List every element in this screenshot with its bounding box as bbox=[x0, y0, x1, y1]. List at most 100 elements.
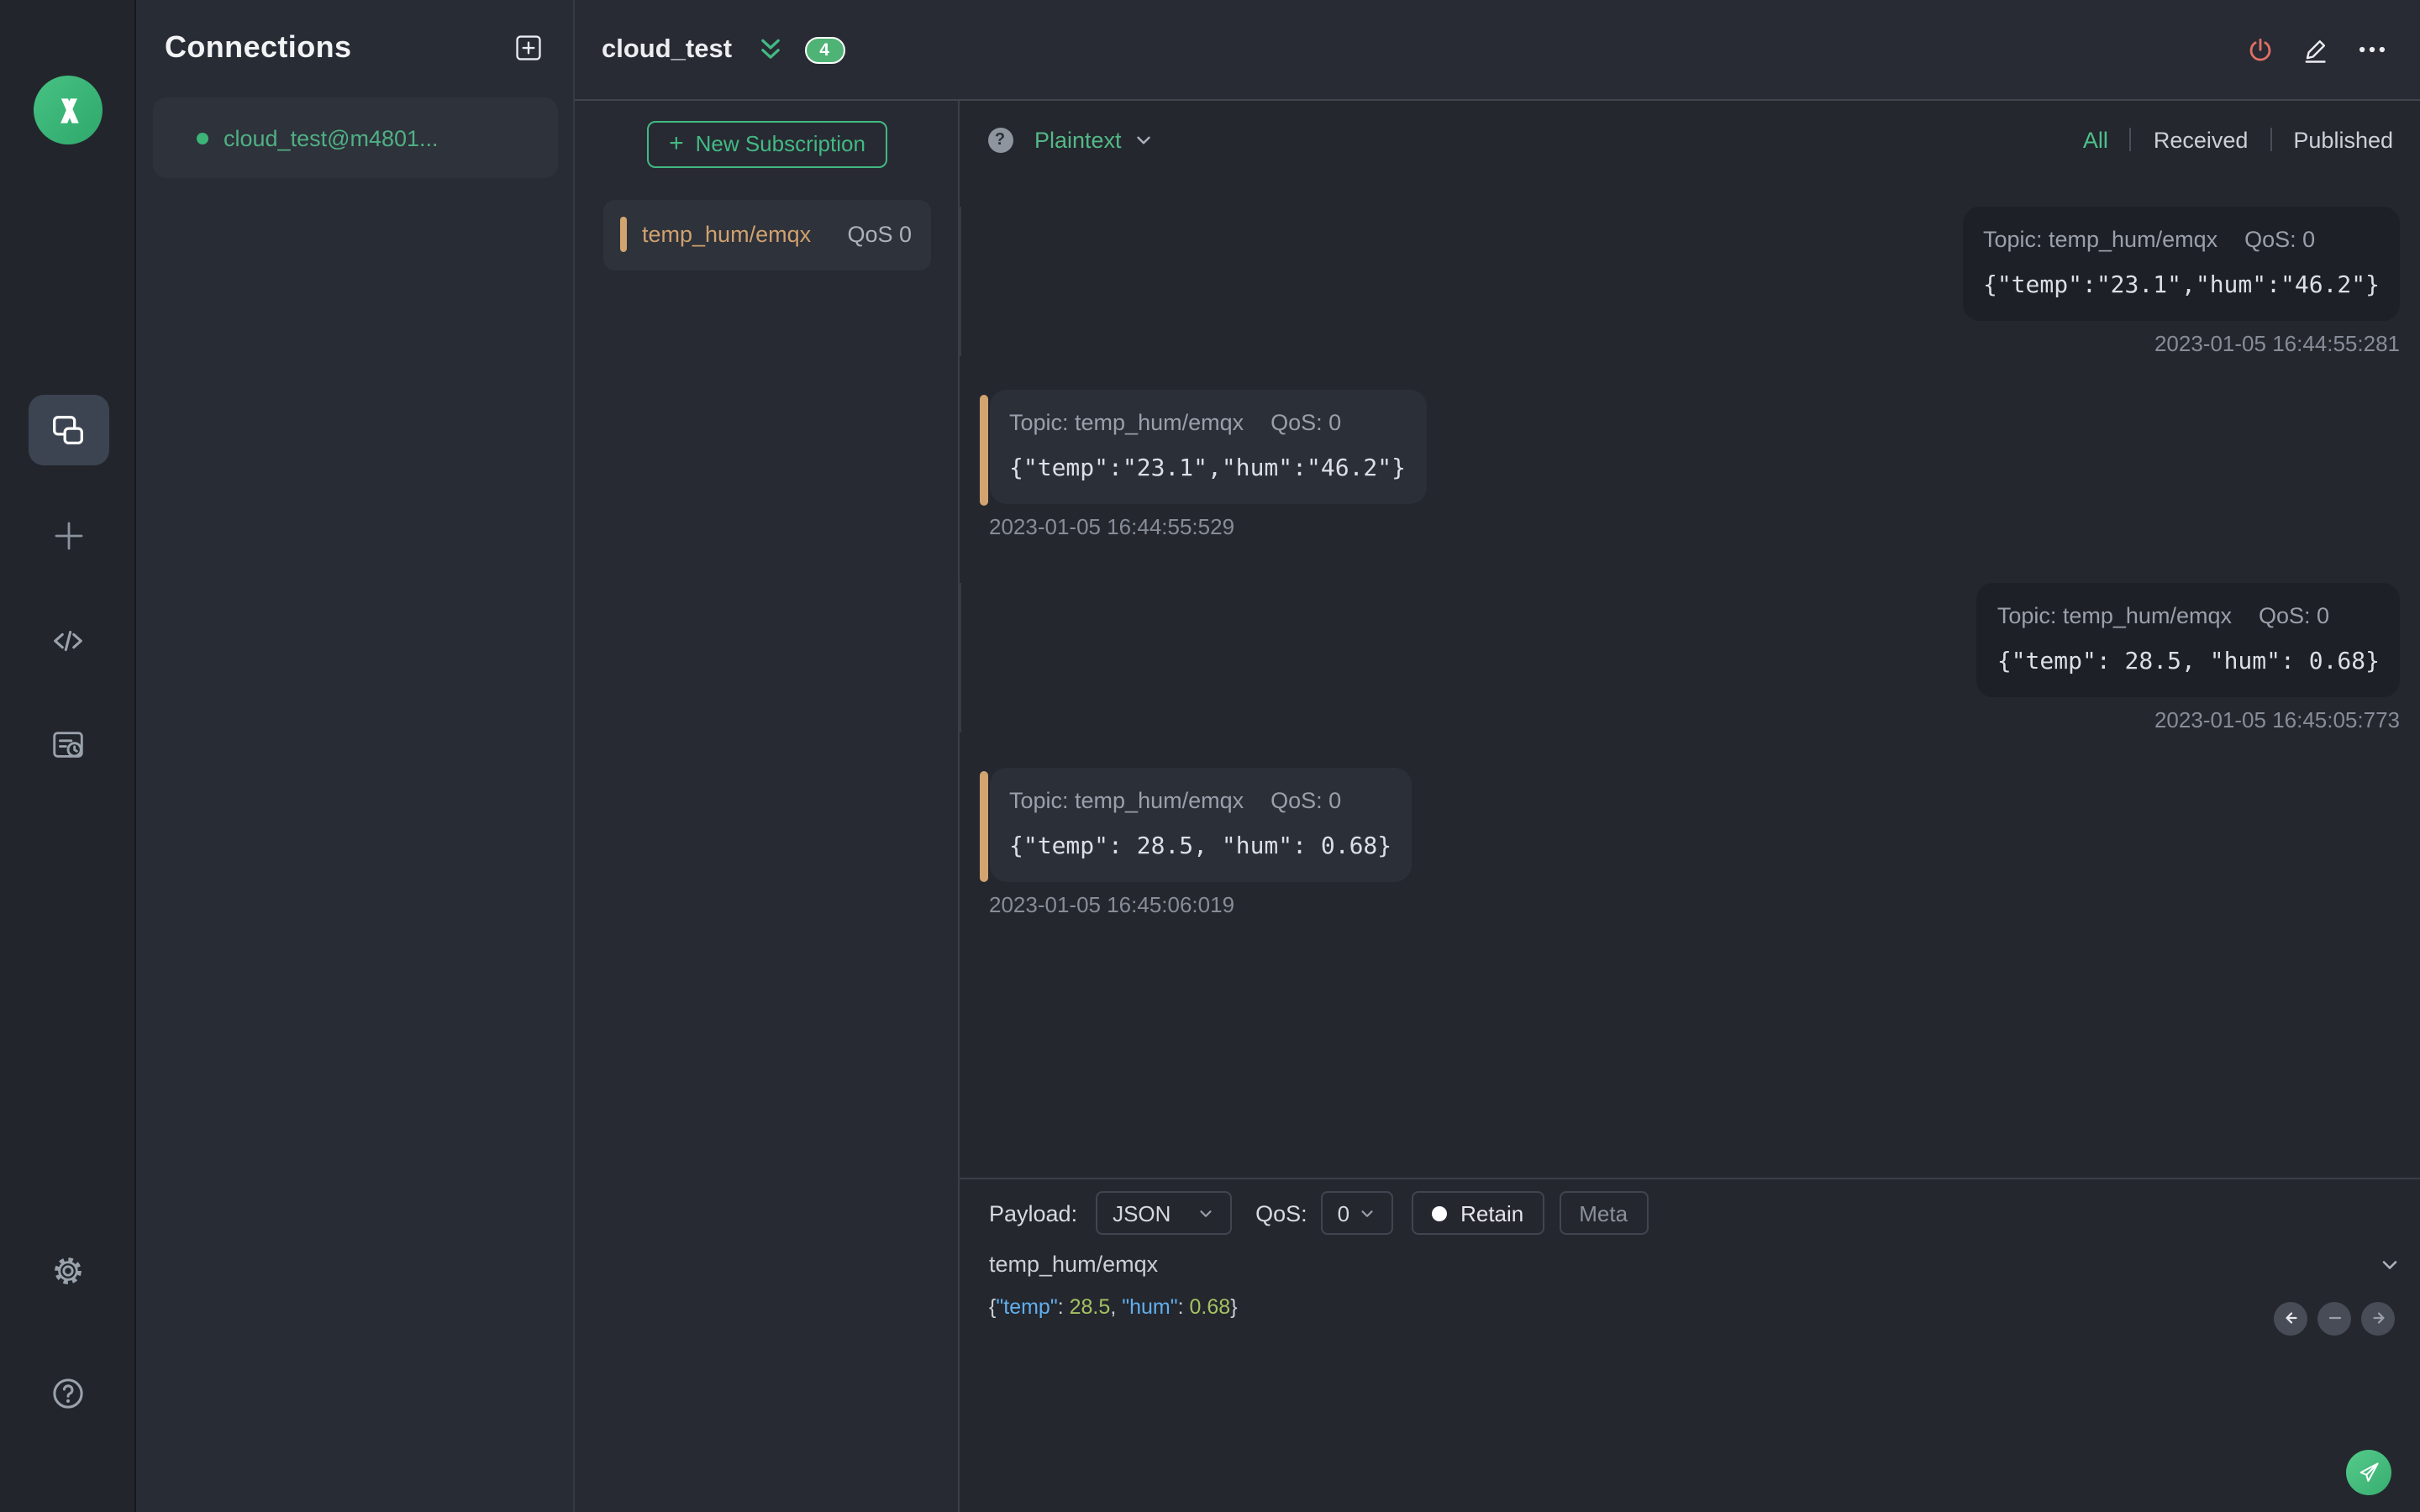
meta-label: Meta bbox=[1579, 1200, 1628, 1226]
payload-format-value: JSON bbox=[1113, 1200, 1171, 1226]
message-published: Topic: temp_hum/emqx QoS: 0 {"temp": 28.… bbox=[960, 582, 2420, 732]
payload-token: : bbox=[1177, 1295, 1190, 1319]
code-icon bbox=[54, 630, 82, 652]
more-menu-icon[interactable] bbox=[2356, 34, 2388, 66]
connection-list-item[interactable]: cloud_test@m4801... bbox=[153, 97, 558, 178]
connection-title: cloud_test bbox=[602, 34, 733, 63]
log-icon bbox=[53, 732, 83, 758]
plus-glyph: + bbox=[669, 129, 684, 158]
history-next-button[interactable] bbox=[2361, 1301, 2395, 1335]
qos-dropdown[interactable]: 0 bbox=[1320, 1191, 1394, 1235]
collapse-publish-icon[interactable] bbox=[2378, 1253, 2402, 1285]
tab-separator bbox=[2129, 128, 2132, 151]
rail-item-new-connection[interactable] bbox=[0, 516, 136, 556]
message-payload: {"temp": 28.5, "hum": 0.68} bbox=[1009, 832, 1392, 859]
message-payload: {"temp":"23.1","hum":"46.2"} bbox=[1982, 271, 2380, 298]
right-region: cloud_test 4 + New Subscription temp_hum… bbox=[573, 0, 2420, 1512]
payload-token: , bbox=[1110, 1295, 1123, 1319]
rail-item-settings[interactable] bbox=[0, 1252, 136, 1290]
mqttx-app: Connections cloud_test@m4801... cloud_te… bbox=[0, 0, 2420, 1512]
retain-label: Retain bbox=[1460, 1200, 1524, 1226]
message-topic: Topic: temp_hum/emqx bbox=[1982, 226, 2218, 251]
message-bubble: Topic: temp_hum/emqx QoS: 0 {"temp": 28.… bbox=[989, 767, 1413, 881]
subscription-qos: QoS 0 bbox=[847, 222, 912, 247]
message-filterbar: ? Plaintext All Received Published bbox=[960, 101, 2420, 178]
message-timestamp: 2023-01-05 16:45:06:019 bbox=[989, 891, 1235, 916]
message-qos: QoS: 0 bbox=[2244, 226, 2316, 251]
tab-all[interactable]: All bbox=[2083, 127, 2108, 152]
message-area: ? Plaintext All Received Published Topic… bbox=[960, 101, 2420, 1512]
mqttx-logo bbox=[34, 76, 103, 144]
payload-format-select[interactable]: Plaintext bbox=[1034, 127, 1122, 152]
rail-item-connections[interactable] bbox=[28, 395, 108, 465]
message-topic-color-bar bbox=[980, 394, 987, 505]
tab-received[interactable]: Received bbox=[2154, 127, 2249, 152]
message-received: Topic: temp_hum/emqx QoS: 0 {"temp": 28.… bbox=[960, 767, 2420, 916]
message-filter-tabs: All Received Published bbox=[2083, 127, 2393, 152]
payload-token: "hum" bbox=[1122, 1295, 1178, 1319]
double-chevron-down-icon bbox=[760, 39, 779, 59]
message-count-badge: 4 bbox=[804, 36, 845, 63]
payload-label: Payload: bbox=[989, 1200, 1078, 1226]
publish-topic-input[interactable]: temp_hum/emqx bbox=[989, 1252, 1158, 1277]
payload-format-help-icon[interactable]: ? bbox=[987, 127, 1013, 152]
message-payload: {"temp": 28.5, "hum": 0.68} bbox=[1996, 648, 2380, 675]
tab-published[interactable]: Published bbox=[2293, 127, 2393, 152]
plus-icon bbox=[54, 522, 82, 550]
tab-separator bbox=[2270, 128, 2272, 151]
connection-titlebar: cloud_test 4 bbox=[575, 0, 2420, 101]
send-button[interactable] bbox=[2346, 1450, 2391, 1495]
message-qos: QoS: 0 bbox=[2258, 602, 2330, 627]
rail-item-log[interactable] bbox=[0, 726, 136, 764]
payload-format-dropdown[interactable]: JSON bbox=[1096, 1191, 1233, 1235]
disconnect-power-icon[interactable] bbox=[2245, 34, 2275, 65]
retain-toggle[interactable]: Retain bbox=[1412, 1191, 1544, 1235]
payload-token: { bbox=[989, 1295, 997, 1319]
mqttx-logo-icon bbox=[60, 97, 78, 123]
edit-pencil-icon[interactable] bbox=[2301, 34, 2331, 65]
rail-item-script[interactable] bbox=[0, 622, 136, 660]
message-payload: {"temp":"23.1","hum":"46.2"} bbox=[1009, 455, 1407, 482]
message-received: Topic: temp_hum/emqx QoS: 0 {"temp":"23.… bbox=[960, 390, 2420, 539]
subscription-color-bar bbox=[619, 217, 627, 252]
minus-icon bbox=[2328, 1316, 2341, 1320]
payload-token: 28.5 bbox=[1069, 1295, 1111, 1319]
connection-name: cloud_test@m4801... bbox=[224, 125, 439, 150]
qos-label: QoS: bbox=[1255, 1200, 1307, 1226]
format-chevron-down-icon[interactable] bbox=[1134, 129, 1155, 150]
connections-title: Connections bbox=[165, 30, 352, 64]
new-subscription-button[interactable]: + New Subscription bbox=[647, 120, 887, 167]
message-timestamp: 2023-01-05 16:44:55:529 bbox=[989, 514, 1235, 539]
collapse-subscriptions-button[interactable] bbox=[755, 35, 784, 64]
subscription-list-item[interactable]: temp_hum/emqx QoS 0 bbox=[602, 199, 930, 270]
subscriptions-panel: + New Subscription temp_hum/emqx QoS 0 bbox=[575, 101, 960, 1512]
rail-item-help[interactable] bbox=[0, 1374, 136, 1413]
icon-rail bbox=[0, 0, 136, 1512]
payload-token: 0.68 bbox=[1189, 1295, 1231, 1319]
message-topic: Topic: temp_hum/emqx bbox=[1009, 410, 1244, 435]
message-timestamp: 2023-01-05 16:45:05:773 bbox=[2154, 706, 2400, 732]
message-bubble: Topic: temp_hum/emqx QoS: 0 {"temp": 28.… bbox=[1976, 582, 2400, 696]
message-bubble: Topic: temp_hum/emqx QoS: 0 {"temp":"23.… bbox=[989, 390, 1427, 504]
chevron-down-icon bbox=[1361, 1210, 1373, 1216]
message-topic: Topic: temp_hum/emqx bbox=[1996, 602, 2232, 627]
message-published: Topic: temp_hum/emqx QoS: 0 {"temp":"23.… bbox=[960, 206, 2420, 355]
connection-status-dot bbox=[197, 132, 208, 144]
arrow-right-icon bbox=[2372, 1312, 2384, 1324]
meta-button[interactable]: Meta bbox=[1559, 1191, 1649, 1235]
message-timestamp: 2023-01-05 16:44:55:281 bbox=[2154, 330, 2400, 355]
publish-payload-editor[interactable]: {"temp": 28.5, "hum": 0.68} bbox=[989, 1294, 1238, 1319]
connections-icon bbox=[53, 415, 83, 444]
history-clear-button[interactable] bbox=[2317, 1301, 2351, 1335]
add-connection-icon[interactable] bbox=[513, 32, 544, 64]
publish-panel: Payload: JSON QoS: 0 Retain Meta temp_hu… bbox=[960, 1178, 2420, 1512]
gear-icon bbox=[55, 1257, 82, 1284]
qos-value: 0 bbox=[1337, 1200, 1350, 1226]
history-navigation bbox=[2274, 1301, 2395, 1335]
payload-token: "temp" bbox=[996, 1295, 1058, 1319]
history-prev-button[interactable] bbox=[2274, 1301, 2307, 1335]
new-subscription-label: New Subscription bbox=[695, 131, 865, 156]
message-topic: Topic: temp_hum/emqx bbox=[1009, 787, 1244, 812]
help-icon bbox=[53, 1378, 83, 1409]
message-bubble: Topic: temp_hum/emqx QoS: 0 {"temp":"23.… bbox=[1962, 206, 2400, 320]
